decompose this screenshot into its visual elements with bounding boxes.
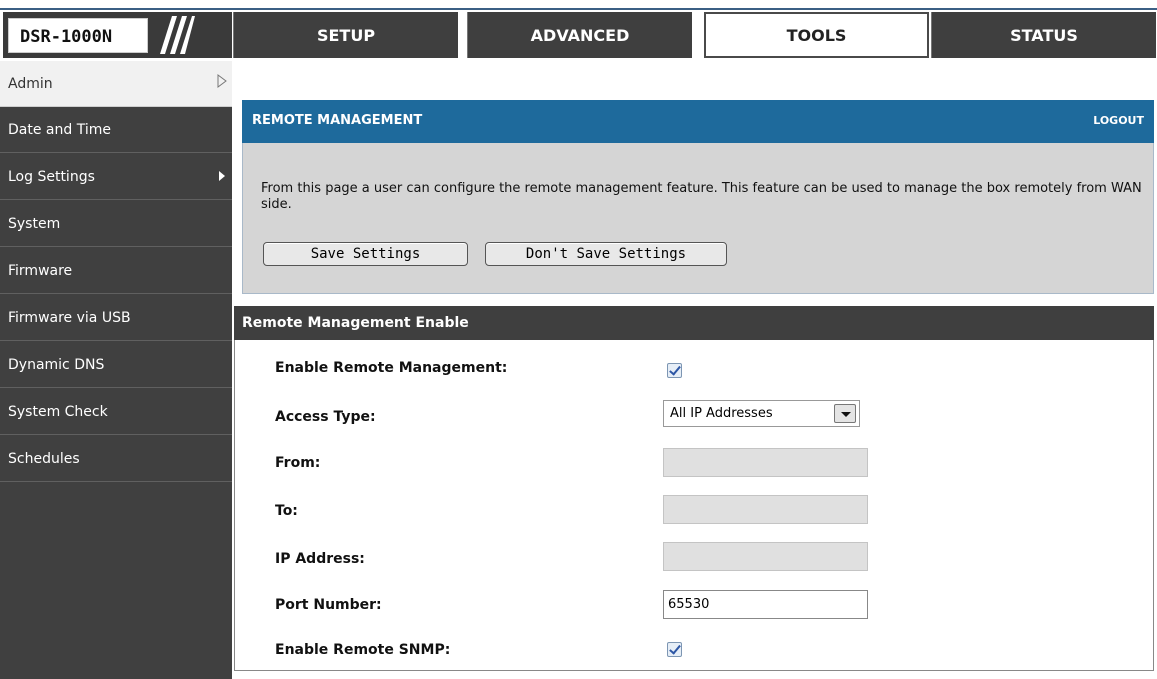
ip-address-field[interactable] (663, 542, 868, 571)
port-number-field[interactable]: 65530 (663, 590, 868, 619)
sidebar-item-label: Schedules (8, 450, 80, 467)
sidebar-item-label: Admin (8, 75, 53, 92)
access-type-value: All IP Addresses (670, 406, 773, 421)
sidebar-item-label: System Check (8, 403, 108, 420)
sidebar-item-label: Firmware (8, 262, 73, 279)
sidebar: Admin Date and Time Log Settings System … (0, 61, 232, 679)
sidebar-item-firmware-via-usb[interactable]: Firmware via USB (0, 295, 232, 341)
chevron-right-icon (217, 74, 227, 88)
enable-remote-snmp-label: Enable Remote SNMP: (275, 642, 451, 658)
access-type-select[interactable]: All IP Addresses (663, 400, 860, 427)
sidebar-item-label: Date and Time (8, 121, 111, 138)
enable-remote-management-checkbox[interactable] (667, 363, 682, 378)
page-title: REMOTE MANAGEMENT (252, 113, 423, 128)
ip-address-label: IP Address: (275, 551, 365, 567)
port-number-label: Port Number: (275, 597, 382, 613)
sidebar-item-label: Log Settings (8, 168, 95, 185)
from-field[interactable] (663, 448, 868, 477)
top-navigation: DSR-1000N SETUP ADVANCED TOOLS STATUS (0, 0, 1157, 59)
section-header: Remote Management Enable (234, 306, 1154, 340)
sidebar-item-label: Firmware via USB (8, 309, 131, 326)
dont-save-settings-button[interactable]: Don't Save Settings (485, 242, 727, 266)
sidebar-item-label: System (8, 215, 61, 232)
sidebar-item-label: Dynamic DNS (8, 356, 105, 373)
tab-tools[interactable]: TOOLS (704, 12, 929, 58)
page-description: From this page a user can configure the … (261, 181, 1142, 212)
sidebar-item-log-settings[interactable]: Log Settings (0, 154, 232, 200)
model-logo: DSR-1000N (8, 18, 148, 53)
sidebar-item-system-check[interactable]: System Check (0, 389, 232, 435)
logout-link[interactable]: LOGOUT (1093, 114, 1144, 127)
sidebar-item-admin[interactable]: Admin (0, 61, 232, 107)
to-field[interactable] (663, 495, 868, 524)
sidebar-item-date-and-time[interactable]: Date and Time (0, 107, 232, 153)
sidebar-item-dynamic-dns[interactable]: Dynamic DNS (0, 342, 232, 388)
submenu-arrow-icon (219, 171, 225, 181)
panel-header: REMOTE MANAGEMENT LOGOUT (242, 100, 1154, 143)
sidebar-item-schedules[interactable]: Schedules (0, 436, 232, 482)
to-label: To: (275, 503, 298, 519)
sidebar-item-firmware[interactable]: Firmware (0, 248, 232, 294)
access-type-label: Access Type: (275, 409, 376, 425)
logo-cell: DSR-1000N (3, 12, 232, 58)
panel-body: From this page a user can configure the … (242, 143, 1154, 294)
tab-status[interactable]: STATUS (931, 12, 1156, 58)
tab-advanced[interactable]: ADVANCED (467, 12, 692, 58)
sidebar-item-system[interactable]: System (0, 201, 232, 247)
from-label: From: (275, 455, 321, 471)
chevron-down-icon[interactable] (834, 404, 856, 423)
model-name: DSR-1000N (20, 27, 113, 47)
slashes-icon (160, 16, 195, 54)
enable-remote-snmp-checkbox[interactable] (667, 642, 682, 657)
top-accent-line (0, 8, 1157, 10)
enable-remote-management-label: Enable Remote Management: (275, 360, 508, 376)
save-settings-button[interactable]: Save Settings (263, 242, 468, 266)
tab-setup[interactable]: SETUP (233, 12, 458, 58)
